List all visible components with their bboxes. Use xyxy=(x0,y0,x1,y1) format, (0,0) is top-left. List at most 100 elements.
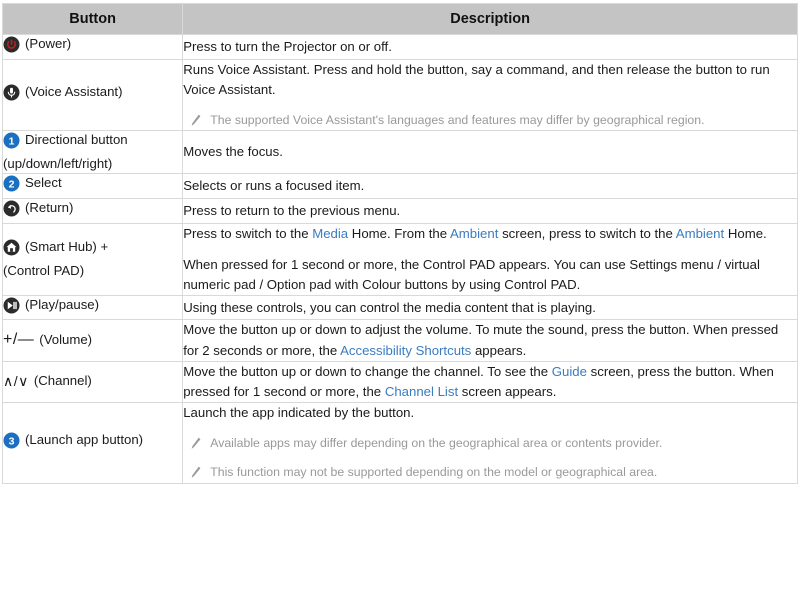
table-row: 2 Select Selects or runs a focused item. xyxy=(1,173,798,200)
button-label: (Launch app button) xyxy=(25,431,144,447)
table-row: (Power) Press to turn the Projector on o… xyxy=(1,34,798,60)
volume-button-item: +/— (Volume) xyxy=(3,329,92,352)
table-header: Button Description xyxy=(1,3,798,35)
microphone-icon xyxy=(3,84,20,101)
description-text: Selects or runs a focused item. xyxy=(183,178,365,194)
home-icon xyxy=(3,239,20,256)
description-cell-volume: Move the button up or down to adjust the… xyxy=(182,319,798,362)
number-2-icon: 2 xyxy=(3,175,20,192)
smart-hub-line-2: (Control PAD) xyxy=(3,262,85,278)
table-row: ∧/∨ (Channel) Move the button up or down… xyxy=(1,360,798,403)
table-row: (Play/pause) Using these controls, you c… xyxy=(1,294,798,321)
description-cell-directional: Moves the focus. xyxy=(182,130,798,175)
button-label: (Play/pause) xyxy=(25,296,100,312)
svg-text:3: 3 xyxy=(9,435,15,447)
table-row: +/— (Volume) Move the button up or down … xyxy=(1,319,798,362)
power-button-item: (Power) xyxy=(3,35,71,54)
button-label: (Return) xyxy=(25,200,74,216)
text-segment: Move the button up or down to change the… xyxy=(183,363,552,379)
channel-button-item: ∧/∨ (Channel) xyxy=(3,372,92,392)
description-cell-voice-assistant: Runs Voice Assistant. Press and hold the… xyxy=(182,58,798,132)
text-segment: Home. From the xyxy=(348,225,451,241)
text-segment: screen appears. xyxy=(458,383,557,399)
note-item: The supported Voice Assistant's language… xyxy=(183,111,797,130)
button-cell-return: (Return) xyxy=(1,198,184,224)
button-cell-volume: +/— (Volume) xyxy=(1,319,184,362)
description-cell-smart-hub: Press to switch to the Media Home. From … xyxy=(182,222,798,296)
svg-text:2: 2 xyxy=(9,179,15,191)
note-item: Available apps may differ depending on t… xyxy=(183,434,797,453)
note-text: Available apps may differ depending on t… xyxy=(210,435,663,450)
button-label: (Channel) xyxy=(33,373,92,389)
link-guide[interactable]: Guide xyxy=(552,364,587,379)
link-ambient-2[interactable]: Ambient xyxy=(676,226,724,241)
link-media[interactable]: Media xyxy=(312,226,348,241)
link-accessibility-shortcuts[interactable]: Accessibility Shortcuts xyxy=(340,343,471,358)
pencil-icon xyxy=(189,465,202,480)
select-button-item: 2 Select xyxy=(3,174,62,193)
voice-assistant-button-item: (Voice Assistant) xyxy=(3,83,122,102)
button-cell-voice-assistant: (Voice Assistant) xyxy=(1,58,184,132)
link-channel-list[interactable]: Channel List xyxy=(385,384,458,399)
description-text: Press to return to the previous menu. xyxy=(183,202,401,218)
remote-button-reference-page: Button Description (Power) Press to turn… xyxy=(0,0,800,614)
description-cell-power: Press to turn the Projector on or off. xyxy=(182,34,798,60)
table-row: (Return) Press to return to the previous… xyxy=(1,198,798,224)
text-segment: Home. xyxy=(724,225,767,241)
power-icon xyxy=(3,36,20,53)
number-3-icon: 3 xyxy=(3,432,20,449)
smart-hub-button-item: (Smart Hub) + xyxy=(3,238,182,262)
description-text: Moves the focus. xyxy=(183,144,283,160)
directional-button-item: 1 Directional button xyxy=(3,131,182,155)
description-paragraph-1: Press to switch to the Media Home. From … xyxy=(183,224,797,244)
return-button-item: (Return) xyxy=(3,199,73,218)
button-cell-play-pause: (Play/pause) xyxy=(1,294,184,321)
note-text: This function may not be supported depen… xyxy=(210,465,658,480)
link-ambient[interactable]: Ambient xyxy=(450,226,498,241)
description-text: Runs Voice Assistant. Press and hold the… xyxy=(183,61,770,97)
button-description-table: Button Description (Power) Press to turn… xyxy=(1,3,798,484)
description-cell-select: Selects or runs a focused item. xyxy=(182,173,798,200)
text-segment: appears. xyxy=(471,342,527,358)
description-text: Press to turn the Projector on or off. xyxy=(183,38,392,54)
button-label: (Voice Assistant) xyxy=(25,84,123,100)
table-row: (Smart Hub) + (Control PAD) Press to swi… xyxy=(1,222,798,296)
table-row: (Voice Assistant) Runs Voice Assistant. … xyxy=(1,58,798,132)
table-body: (Power) Press to turn the Projector on o… xyxy=(1,34,798,484)
table-row: 1 Directional button (up/down/left/right… xyxy=(1,130,798,175)
description-cell-return: Press to return to the previous menu. xyxy=(182,198,798,224)
pencil-icon xyxy=(189,436,202,451)
button-label: Select xyxy=(25,175,62,191)
description-paragraph-1: Move the button up or down to change the… xyxy=(183,362,797,402)
description-paragraph-1: Move the button up or down to adjust the… xyxy=(183,320,797,360)
column-header-description: Description xyxy=(182,3,798,35)
button-label: (Power) xyxy=(25,36,72,51)
button-label-line-1: Directional button xyxy=(25,132,128,148)
pencil-icon xyxy=(189,113,202,128)
description-cell-play-pause: Using these controls, you can control th… xyxy=(182,294,798,321)
smart-hub-line-1: (Smart Hub) + xyxy=(3,238,108,257)
number-1-icon: 1 xyxy=(3,132,20,149)
directional-line-2: (up/down/left/right) xyxy=(3,155,113,171)
button-label: (Volume) xyxy=(39,332,93,348)
table-row: 3 (Launch app button) Launch the app ind… xyxy=(1,401,798,484)
button-cell-select: 2 Select xyxy=(1,173,184,200)
table-header-row: Button Description xyxy=(1,3,798,35)
column-header-button: Button xyxy=(1,3,184,35)
play-pause-button-item: (Play/pause) xyxy=(3,296,99,315)
channel-up-down-icon: ∧/∨ xyxy=(3,372,29,389)
description-text: Using these controls, you can control th… xyxy=(183,299,596,315)
description-cell-channel: Move the button up or down to change the… xyxy=(182,360,798,403)
description-cell-launch-app: Launch the app indicated by the button. … xyxy=(182,401,798,484)
directional-line-1: 1 Directional button xyxy=(3,131,128,150)
button-label-line-1: (Smart Hub) + xyxy=(25,239,109,255)
text-segment: Press to switch to the xyxy=(183,225,313,241)
play-pause-icon xyxy=(3,297,20,314)
return-icon xyxy=(3,200,20,217)
button-cell-launch-app: 3 (Launch app button) xyxy=(1,401,184,484)
text-segment: When pressed for 1 second or more, the C… xyxy=(183,256,760,292)
note-text: The supported Voice Assistant's language… xyxy=(210,112,705,127)
description-text: Launch the app indicated by the button. xyxy=(183,404,415,420)
description-paragraph-2: When pressed for 1 second or more, the C… xyxy=(183,255,797,295)
note-item: This function may not be supported depen… xyxy=(183,463,797,482)
